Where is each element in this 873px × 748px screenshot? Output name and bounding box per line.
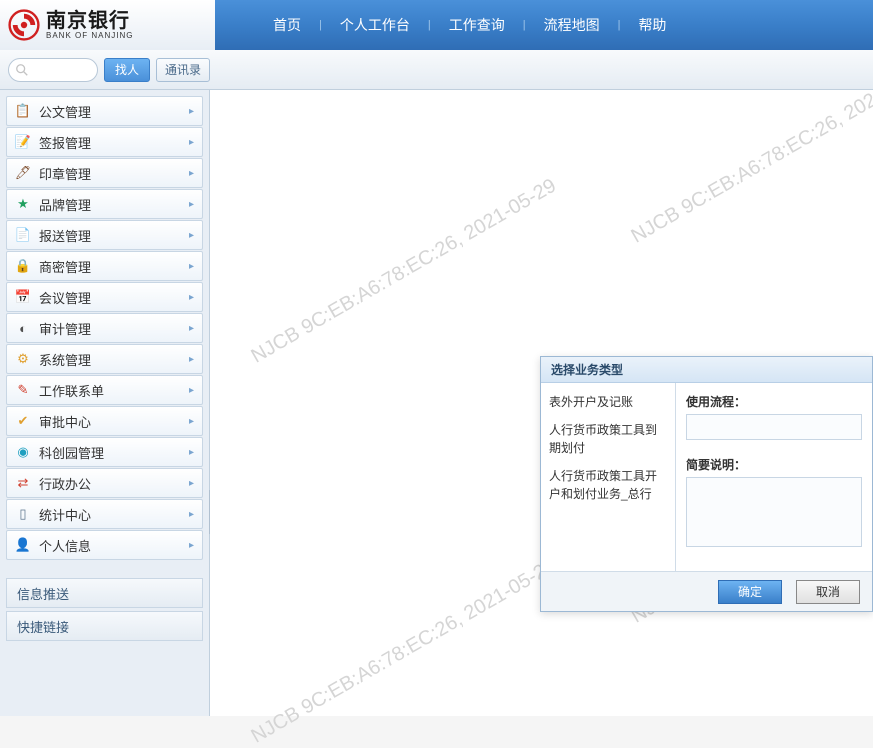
process-label: 使用流程： <box>686 393 862 410</box>
panel-1[interactable]: 快捷链接 <box>6 611 203 641</box>
chevron-right-icon: ▸ <box>189 447 194 458</box>
sidebar-item-12[interactable]: ⇄ 行政办公▸ <box>6 468 203 498</box>
sidebar-item-2[interactable]: 🖊 印章管理▸ <box>6 158 203 188</box>
nav-help[interactable]: 帮助 <box>620 0 684 50</box>
chevron-right-icon: ▸ <box>189 416 194 427</box>
description-field[interactable] <box>686 477 862 547</box>
toolbar: 找人 通讯录 <box>0 50 873 90</box>
menu-icon: 📅 <box>15 289 31 305</box>
search-input[interactable] <box>8 58 98 82</box>
menu-icon: 🔒 <box>15 258 31 274</box>
find-people-button[interactable]: 找人 <box>104 58 150 82</box>
menu-label: 科创园管理 <box>39 443 189 462</box>
menu-label: 系统管理 <box>39 350 189 369</box>
nav-work-query[interactable]: 工作查询 <box>431 0 523 50</box>
sidebar-item-7[interactable]: ◐ 审计管理▸ <box>6 313 203 343</box>
top-nav: 首页 | 个人工作台 | 工作查询 | 流程地图 | 帮助 <box>215 0 684 50</box>
chevron-right-icon: ▸ <box>189 354 194 365</box>
chevron-right-icon: ▸ <box>189 323 194 334</box>
sidebar-item-3[interactable]: ★ 品牌管理▸ <box>6 189 203 219</box>
menu-icon: ▯ <box>15 506 31 522</box>
chevron-right-icon: ▸ <box>189 199 194 210</box>
sidebar-item-1[interactable]: 📝 签报管理▸ <box>6 127 203 157</box>
menu-icon: ⚙ <box>15 351 31 367</box>
bank-logo-icon <box>8 9 40 41</box>
menu-label: 印章管理 <box>39 164 189 183</box>
menu-icon: ⇄ <box>15 475 31 491</box>
business-type-item[interactable]: 表外开户及记账 <box>549 393 667 411</box>
chevron-right-icon: ▸ <box>189 106 194 117</box>
chevron-right-icon: ▸ <box>189 509 194 520</box>
menu-label: 品牌管理 <box>39 195 189 214</box>
menu-icon: ◐ <box>15 320 31 336</box>
sidebar-item-11[interactable]: ◉ 科创园管理▸ <box>6 437 203 467</box>
watermark: NJCB 9C:EB:A6:78:EC:26, 2021-05-29 <box>248 555 561 748</box>
watermark: NJCB 9C:EB:A6:78:EC:26, 2021-05-29 <box>248 175 561 369</box>
contacts-button[interactable]: 通讯录 <box>156 58 210 82</box>
menu-label: 审计管理 <box>39 319 189 338</box>
sidebar-item-9[interactable]: ✎ 工作联系单▸ <box>6 375 203 405</box>
menu-label: 个人信息 <box>39 536 189 555</box>
menu-icon: ✎ <box>15 382 31 398</box>
nav-workbench[interactable]: 个人工作台 <box>322 0 428 50</box>
description-label: 简要说明： <box>686 456 862 473</box>
sidebar-item-8[interactable]: ⚙ 系统管理▸ <box>6 344 203 374</box>
business-type-list: 表外开户及记账人行货币政策工具到期划付人行货币政策工具开户和划付业务_总行 <box>541 383 676 571</box>
logo-text-en: BANK OF NANJING <box>46 32 133 41</box>
panel-0[interactable]: 信息推送 <box>6 578 203 608</box>
dialog-cancel-button[interactable]: 取消 <box>796 580 860 604</box>
menu-label: 报送管理 <box>39 226 189 245</box>
logo-text-cn: 南京银行 <box>46 10 133 32</box>
process-field[interactable] <box>686 414 862 440</box>
nav-process-map[interactable]: 流程地图 <box>526 0 618 50</box>
menu-label: 审批中心 <box>39 412 189 431</box>
app-header: 南京银行 BANK OF NANJING 首页 | 个人工作台 | 工作查询 |… <box>0 0 873 50</box>
chevron-right-icon: ▸ <box>189 478 194 489</box>
menu-label: 签报管理 <box>39 133 189 152</box>
sidebar-item-0[interactable]: 📋 公文管理▸ <box>6 96 203 126</box>
sidebar: 📋公文管理▸📝签报管理▸🖊印章管理▸★品牌管理▸📄报送管理▸🔒商密管理▸📅会议管… <box>0 90 210 716</box>
business-type-item[interactable]: 人行货币政策工具到期划付 <box>549 421 667 457</box>
dialog-ok-button[interactable]: 确定 <box>718 580 782 604</box>
search-icon <box>15 63 29 77</box>
menu-icon: 📋 <box>15 103 31 119</box>
sidebar-item-5[interactable]: 🔒 商密管理▸ <box>6 251 203 281</box>
menu-label: 统计中心 <box>39 505 189 524</box>
menu-label: 会议管理 <box>39 288 189 307</box>
menu-label: 公文管理 <box>39 102 189 121</box>
select-business-type-dialog: 选择业务类型 表外开户及记账人行货币政策工具到期划付人行货币政策工具开户和划付业… <box>540 356 873 612</box>
sidebar-item-10[interactable]: ✔ 审批中心▸ <box>6 406 203 436</box>
menu-label: 行政办公 <box>39 474 189 493</box>
menu-icon: 👤 <box>15 537 31 553</box>
business-type-item[interactable]: 人行货币政策工具开户和划付业务_总行 <box>549 467 667 503</box>
chevron-right-icon: ▸ <box>189 137 194 148</box>
chevron-right-icon: ▸ <box>189 230 194 241</box>
chevron-right-icon: ▸ <box>189 261 194 272</box>
chevron-right-icon: ▸ <box>189 292 194 303</box>
menu-icon: ✔ <box>15 413 31 429</box>
menu-icon: 📝 <box>15 134 31 150</box>
menu-icon: 📄 <box>15 227 31 243</box>
menu-label: 工作联系单 <box>39 381 189 400</box>
menu-label: 商密管理 <box>39 257 189 276</box>
sidebar-item-4[interactable]: 📄 报送管理▸ <box>6 220 203 250</box>
menu-icon: ◉ <box>15 444 31 460</box>
chevron-right-icon: ▸ <box>189 168 194 179</box>
sidebar-item-13[interactable]: ▯ 统计中心▸ <box>6 499 203 529</box>
nav-home[interactable]: 首页 <box>255 0 319 50</box>
chevron-right-icon: ▸ <box>189 540 194 551</box>
dialog-title: 选择业务类型 <box>541 357 872 383</box>
menu-icon: ★ <box>15 196 31 212</box>
menu-icon: 🖊 <box>15 165 31 181</box>
sidebar-item-14[interactable]: 👤 个人信息▸ <box>6 530 203 560</box>
sidebar-item-6[interactable]: 📅 会议管理▸ <box>6 282 203 312</box>
logo-area: 南京银行 BANK OF NANJING <box>0 0 215 50</box>
chevron-right-icon: ▸ <box>189 385 194 396</box>
